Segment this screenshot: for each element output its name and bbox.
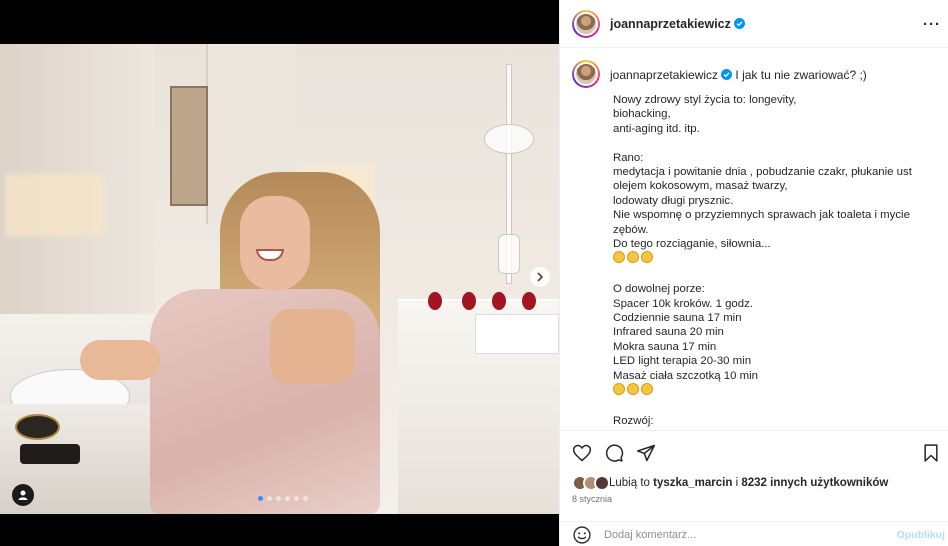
emoji-group: [613, 383, 653, 396]
caption-header: joannaprzetakiewicz I jak tu nie zwariow…: [572, 60, 867, 88]
verified-icon: [721, 69, 733, 80]
photo-basin: [475, 314, 559, 354]
caption-line: O dowolnej porze:: [613, 283, 705, 296]
chevron-right-icon: [537, 272, 544, 282]
bookmark-icon: [924, 444, 938, 462]
caption-section-growth: Rozwój:nauka ciekawy zawód i praca: [613, 414, 939, 430]
more-icon: ···: [923, 16, 941, 33]
photo-compact: [15, 414, 60, 440]
caption-line: biohacking,: [613, 108, 671, 121]
verified-icon: [733, 17, 745, 29]
likes-text: Lubią to tyszka_marcin i 8232 innych uży…: [609, 477, 888, 489]
caption-avatar[interactable]: [572, 60, 600, 88]
carousel-dot[interactable]: [303, 496, 308, 501]
photo-cosmetic: [20, 444, 80, 464]
share-icon[interactable]: [636, 443, 656, 463]
header-username[interactable]: joannaprzetakiewicz: [610, 17, 745, 31]
caption-section-schedule: O dowolnej porze: Spacer 10k kroków. 1 go…: [613, 282, 939, 383]
caption-section-intro: Nowy zdrowy styl życia to: longevity, bio…: [613, 93, 939, 251]
likes-summary: Lubią to tyszka_marcin i 8232 innych uży…: [572, 475, 888, 491]
user-tag-icon: [18, 490, 28, 500]
likes-prefix: Lubią to: [609, 477, 654, 489]
post-details-panel: joannaprzetakiewicz ··· joannaprzetakiew…: [559, 0, 948, 546]
caption-line: Infrared sauna 20 min: [613, 326, 724, 339]
post-actions: Lubią to tyszka_marcin i 8232 innych uży…: [560, 430, 948, 546]
caption-first-line: joannaprzetakiewicz I jak tu nie zwariow…: [610, 68, 867, 82]
carousel-dot[interactable]: [267, 496, 272, 501]
post-photo[interactable]: [0, 44, 559, 514]
carousel-dot[interactable]: [276, 496, 281, 501]
post-header: joannaprzetakiewicz ···: [560, 0, 948, 48]
caption-line: Rozwój:: [613, 414, 654, 427]
user-tags-button[interactable]: [12, 484, 34, 506]
comment-row: Opublikuj: [560, 521, 948, 546]
caption-line: [613, 136, 939, 150]
photo-shelf: [170, 86, 208, 206]
carousel-next-button[interactable]: [530, 267, 550, 287]
caption-line: medytacja i powitanie dnia , pobudzanie …: [613, 166, 912, 193]
caption-line: Rano:: [613, 151, 644, 164]
caption-line: Codziennie sauna 17 min: [613, 312, 742, 325]
heart-icon[interactable]: [572, 443, 592, 463]
photo-person-face: [240, 196, 310, 291]
photo-rose: [428, 292, 442, 310]
carousel-dots: [258, 496, 308, 501]
caption-username[interactable]: joannaprzetakiewicz: [610, 68, 718, 82]
comment-icon[interactable]: [604, 443, 624, 463]
photo-person-shoulder: [270, 309, 355, 384]
emoji-icon[interactable]: [572, 525, 592, 545]
caption-line: anti-aging itd. itp.: [613, 122, 700, 135]
caption-line: Masaż ciała szczotką 10 min: [613, 369, 758, 382]
action-icons: [572, 443, 656, 463]
likes-avatars[interactable]: [572, 475, 610, 491]
likes-user-link[interactable]: tyszka_marcin: [653, 477, 732, 489]
more-options-button[interactable]: ···: [923, 16, 941, 33]
photo-rose: [492, 292, 506, 310]
avatar[interactable]: [572, 9, 600, 38]
caption-line: Mokra sauna 17 min: [613, 340, 717, 353]
caption-line: Nie wspomnę o przyziemnych sprawach jak …: [613, 209, 910, 236]
caption-line: Do tego rozciąganie, siłownia...: [613, 238, 771, 251]
username-text[interactable]: joannaprzetakiewicz: [610, 17, 731, 31]
comment-input[interactable]: [604, 528, 874, 541]
save-button[interactable]: [921, 443, 941, 468]
emoji-group: [613, 251, 653, 264]
carousel-dot[interactable]: [285, 496, 290, 501]
caption-text: Nowy zdrowy styl życia to: longevity, bio…: [613, 93, 939, 430]
photo-person-arm: [80, 340, 160, 380]
caption-line: lodowaty długi prysznic.: [613, 194, 734, 207]
post-date[interactable]: 8 stycznia: [572, 494, 612, 504]
carousel-dot[interactable]: [258, 496, 263, 501]
likes-count-link[interactable]: 8232 innych użytkowników: [741, 477, 888, 489]
post-media: [0, 0, 559, 546]
caption-line: Spacer 10k kroków. 1 godz.: [613, 297, 753, 310]
carousel-dot[interactable]: [294, 496, 299, 501]
caption-line: Nowy zdrowy styl życia to: longevity,: [613, 94, 797, 106]
caption-area: joannaprzetakiewicz I jak tu nie zwariow…: [560, 56, 948, 430]
caption-line: LED light terapia 20-30 min: [613, 355, 752, 368]
photo-rose: [462, 292, 476, 310]
photo-rose: [522, 292, 536, 310]
publish-button[interactable]: Opublikuj: [897, 529, 945, 541]
photo-wall-light: [5, 174, 105, 236]
caption-title: I jak tu nie zwariować? ;): [735, 68, 867, 82]
